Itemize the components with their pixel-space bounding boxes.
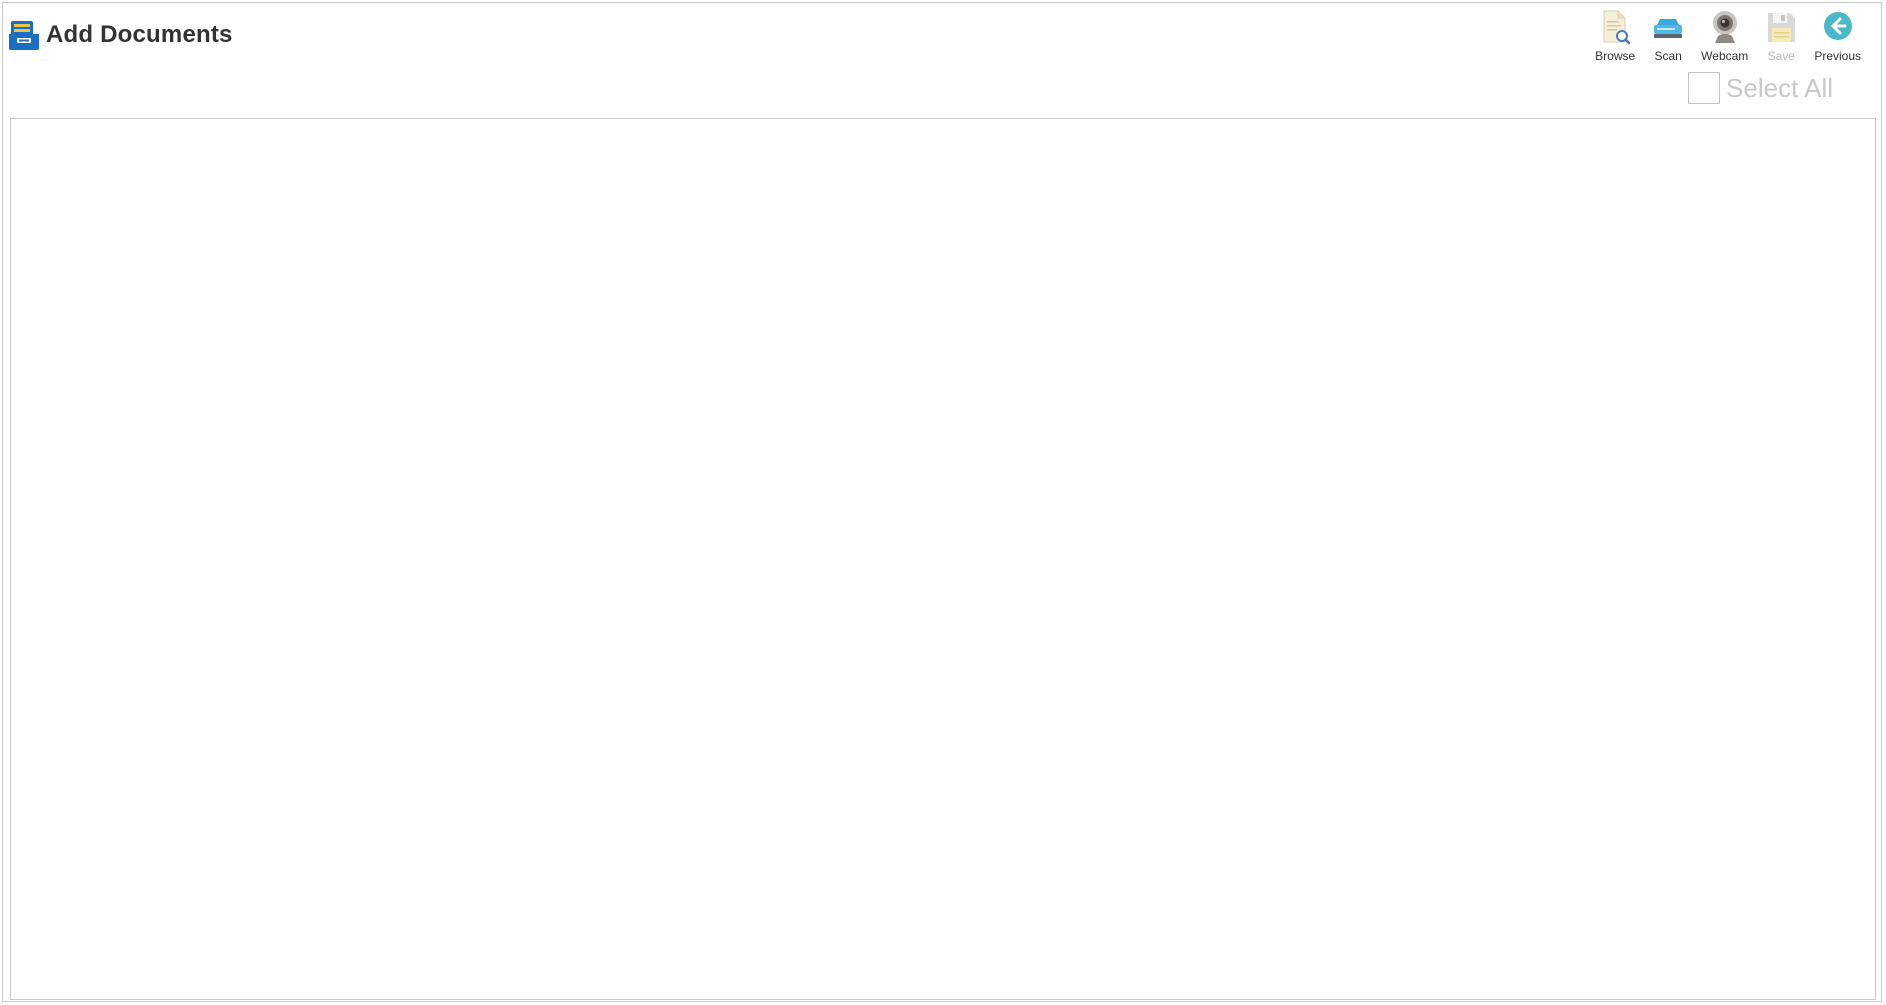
arrow-left-circle-icon [1823,12,1852,40]
previous-label: Previous [1814,49,1861,63]
browse-document-icon [1603,10,1631,45]
webcam-button[interactable]: Webcam [1693,9,1756,63]
previous-button[interactable]: Previous [1806,9,1869,63]
save-label: Save [1767,49,1795,63]
select-all-control[interactable]: Select All [1688,72,1833,104]
select-all-label: Select All [1726,72,1833,103]
app-window: Add Documents Browse Scan Webcam Save Pr… [2,2,1882,1002]
documents-panel[interactable] [10,118,1876,1000]
webcam-label: Webcam [1701,49,1749,63]
page-header: Add Documents [8,19,233,51]
save-floppy-icon [1768,13,1796,42]
browse-label: Browse [1595,49,1636,63]
scan-button[interactable]: Scan [1643,9,1693,63]
webcam-icon [1712,11,1737,43]
scanner-icon [1654,19,1683,38]
document-tray-icon [9,21,39,50]
save-button[interactable]: Save [1756,9,1806,63]
page-title: Add Documents [46,21,233,48]
toolbar: Browse Scan Webcam Save Previous [1587,9,1869,63]
scan-label: Scan [1654,49,1682,63]
browse-button[interactable]: Browse [1587,9,1643,63]
select-all-checkbox[interactable] [1688,72,1721,104]
